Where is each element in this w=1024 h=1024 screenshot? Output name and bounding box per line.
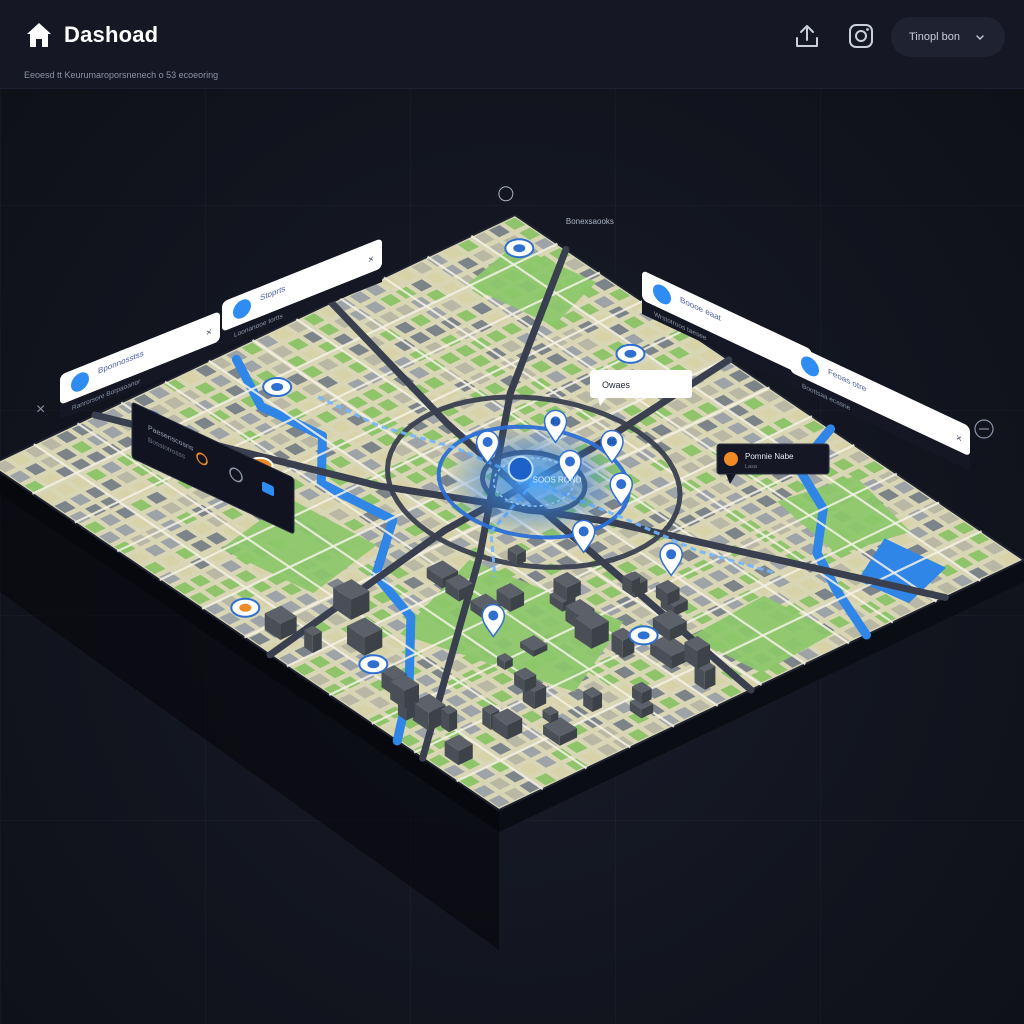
map-corner-label: Bonexsaooks (566, 217, 614, 226)
map-view[interactable]: SOOS ROND4086BonexsaooksBponnosstssRanro… (0, 0, 1024, 1024)
map-popup-dark-label: Pomnie Nabe (745, 452, 794, 461)
center-pin-label: SOOS ROND (533, 476, 582, 485)
map-pin-icon (565, 456, 575, 467)
view-select[interactable]: Tinopl bon (891, 17, 1005, 57)
chevron-down-icon (975, 32, 985, 42)
brand: Dashoad (24, 20, 158, 50)
map-popup-white-label: Owaes (602, 380, 631, 390)
map-pin-icon (482, 437, 493, 447)
pin-number-label: 40 (551, 417, 560, 426)
map-close-icon[interactable]: × (36, 401, 45, 418)
road-badge-dot (637, 631, 650, 640)
road-badge-dot (624, 349, 637, 358)
road-badge-dot (239, 603, 252, 612)
road-badge-dot (513, 244, 526, 253)
upload-icon (794, 23, 820, 49)
instagram-icon (848, 23, 874, 49)
map-pin-icon (488, 610, 499, 621)
center-pin[interactable] (507, 455, 534, 482)
pin-number-label: 86 (607, 438, 616, 447)
road-badge-dot (367, 660, 380, 669)
map-corner-icon[interactable] (498, 186, 514, 202)
instagram-button[interactable] (845, 20, 877, 52)
map-popup-dark-sub: Lasa (745, 464, 758, 470)
view-select-value: Tinopl bon (909, 31, 960, 43)
map-pin-icon (578, 526, 589, 537)
upload-button[interactable] (791, 20, 823, 52)
map-pin-icon (616, 479, 627, 490)
header-bar: Dashoad Eeoesd tt Keurumaroporsnenech o … (0, 0, 1024, 89)
home-icon[interactable] (24, 20, 54, 50)
page-title: Dashoad (64, 22, 159, 47)
map-popup-dark-icon (724, 452, 738, 466)
map-pin-icon (666, 549, 677, 560)
page-subtitle: Eeoesd tt Keurumaroporsnenech o 53 ecoeo… (24, 70, 219, 80)
dashboard-page: SOOS ROND 40 86 Bonexsaooks Bponnosstss Ranro… (0, 0, 1024, 1024)
road-badge-dot (271, 383, 284, 391)
